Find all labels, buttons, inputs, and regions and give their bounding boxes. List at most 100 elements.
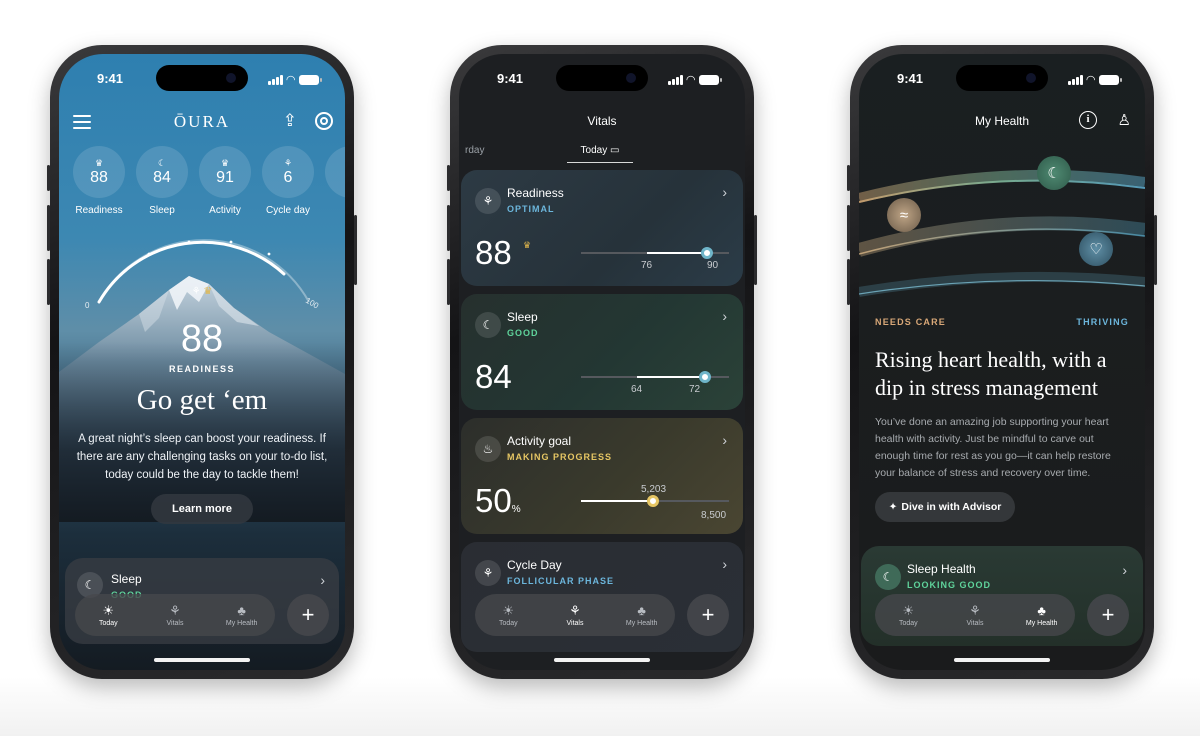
tab-vitals[interactable]: ⚘ Vitals (545, 603, 605, 627)
tab-yesterday[interactable]: rday (465, 145, 484, 156)
sleep-health-title: Sleep Health (907, 562, 976, 576)
sprout-icon: ⚘ (475, 188, 501, 214)
status-bar: 9:41 ◠ (59, 70, 345, 88)
tab-vitals[interactable]: ⚘ Vitals (145, 602, 205, 627)
page-title: My Health (974, 114, 1030, 128)
sleep-value: 84 (475, 358, 512, 395)
score-heart-partial[interactable]: He (325, 146, 345, 216)
readiness-score: 88 (180, 318, 224, 360)
activity-progress-slider (581, 495, 729, 507)
status-time: 9:41 (497, 71, 524, 86)
readiness-headline: Go get ‘em (136, 384, 268, 416)
gauge-min-label: 0 (85, 301, 90, 310)
readiness-value: 88 (475, 234, 512, 271)
wifi-icon: ◠ (286, 74, 295, 86)
home-indicator (554, 658, 650, 662)
sprout-icon: ⚘ (283, 157, 293, 168)
health-headline: Rising heart health, with a dip in stres… (875, 347, 1107, 400)
sleep-range-slider (581, 371, 729, 383)
readiness-description: A great night’s sleep can boost your rea… (76, 433, 328, 481)
tree-icon: ♣ (1037, 602, 1046, 618)
cellular-signal-icon (267, 74, 283, 85)
add-button[interactable]: + (687, 594, 729, 636)
flame-icon: ♨ (475, 436, 501, 462)
add-button[interactable]: + (287, 594, 329, 636)
health-arcs-visual (859, 169, 1145, 297)
tab-bar: ☀ Today ⚘ Vitals ♣ My Health (875, 594, 1075, 636)
crown-icon: ♛ (523, 240, 532, 250)
sun-icon: ☀ (902, 602, 915, 618)
score-sleep[interactable]: ☾ 84 Sleep (136, 146, 188, 216)
learn-more-button[interactable]: Learn more (151, 494, 253, 524)
day-selector: rday Today ▭ (459, 142, 745, 164)
chevron-right-icon: › (722, 556, 727, 572)
tab-my-health[interactable]: ♣ My Health (612, 602, 672, 627)
phone-my-health: 9:41 ◠ My Health i ♙ ☾ ≈ ♡ NEEDS CARE TH… (847, 45, 1157, 679)
tab-my-health[interactable]: ♣ My Health (212, 602, 272, 627)
readiness-card[interactable]: ⚘ Readiness OPTIMAL › 88 ♛ 76 90 (461, 170, 743, 286)
tab-bar: ☀ Today ⚘ Vitals ♣ My Health (75, 594, 275, 636)
status-time: 9:41 (97, 71, 124, 86)
status-bar: 9:41 ◠ (459, 70, 745, 88)
stress-waves-icon[interactable]: ≈ (887, 198, 921, 232)
share-icon[interactable]: ⇪ (283, 111, 297, 131)
chevron-right-icon: › (320, 572, 325, 588)
status-bar: 9:41 ◠ (859, 70, 1145, 88)
needs-care-label: NEEDS CARE (875, 317, 947, 327)
chevron-right-icon: › (722, 432, 727, 448)
thriving-label: THRIVING (1076, 317, 1129, 327)
chevron-right-icon: › (722, 308, 727, 324)
tab-vitals[interactable]: ⚘ Vitals (945, 603, 1005, 627)
gauge-max-label: 100 (304, 296, 321, 311)
score-activity[interactable]: ♛ 91 Activity (199, 146, 251, 216)
score-cycle-day[interactable]: ⚘ 6 Cycle day (262, 146, 314, 216)
tab-today-date[interactable]: Today ▭ (567, 145, 633, 163)
readiness-label: READINESS (168, 364, 235, 374)
sun-icon: ☀ (102, 602, 115, 618)
readiness-range-slider (581, 247, 729, 259)
sleep-card[interactable]: ☾ Sleep GOOD › 84 64 72 (461, 294, 743, 410)
sparkle-icon: ✦ (888, 501, 898, 513)
readiness-gauge: 0 100 (85, 239, 321, 311)
tree-icon: ♣ (637, 602, 646, 618)
tab-today[interactable]: ☀ Today (78, 602, 138, 627)
wifi-icon: ◠ (1086, 74, 1095, 86)
sprout-icon: ⚘ (169, 602, 181, 618)
tab-my-health[interactable]: ♣ My Health (1012, 602, 1072, 627)
my-health-screen: 9:41 ◠ My Health i ♙ ☾ ≈ ♡ NEEDS CARE TH… (859, 54, 1145, 670)
page-title: Vitals (587, 114, 617, 128)
score-carousel[interactable]: ♛ 88 Readiness ☾ 84 Sleep ♛ 91 Activity ⚘ 6 … (73, 146, 345, 216)
moon-icon: ☾ (875, 564, 901, 590)
cellular-signal-icon (667, 74, 683, 85)
tree-icon: ♣ (237, 602, 246, 618)
heart-health-icon[interactable]: ♡ (1079, 232, 1113, 266)
status-time: 9:41 (897, 71, 924, 86)
readiness-contributor-icons: ⚘ ♛ (191, 286, 213, 297)
tab-bar: ☀ Today ⚘ Vitals ♣ My Health (475, 594, 675, 636)
vitals-screen: 9:41 ◠ Vitals rday Today ▭ ⚘ Readiness O… (459, 54, 745, 670)
sun-icon: ☀ (502, 602, 515, 618)
moon-icon: ☾ (475, 312, 501, 338)
activity-value: 50% (475, 482, 521, 519)
sleep-health-status: LOOKING GOOD (907, 580, 991, 590)
ring-icon[interactable] (315, 112, 333, 130)
moon-icon[interactable]: ☾ (1037, 156, 1071, 190)
dive-in-advisor-button[interactable]: ✦ Dive in with Advisor (875, 492, 1015, 522)
crown-icon: ♛ (94, 157, 104, 168)
phone-vitals: 9:41 ◠ Vitals rday Today ▭ ⚘ Readiness O… (447, 45, 757, 679)
battery-icon (699, 74, 722, 85)
battery-icon (1099, 74, 1122, 85)
activity-goal-card[interactable]: ♨ Activity goal MAKING PROGRESS › 50% 5,… (461, 418, 743, 534)
profile-icon[interactable]: ♙ (1118, 111, 1131, 129)
oura-logo: ŌURA (173, 112, 231, 131)
home-indicator (154, 658, 250, 662)
today-screen: 9:41 ◠ ŌURA ⇪ ♛ 88 Readiness ☾ 84 Sleep … (59, 54, 345, 670)
tab-today[interactable]: ☀ Today (878, 602, 938, 627)
add-button[interactable]: + (1087, 594, 1129, 636)
info-icon[interactable]: i (1079, 111, 1097, 129)
tab-today[interactable]: ☀ Today (478, 602, 538, 627)
home-indicator (954, 658, 1050, 662)
chevron-right-icon: › (1122, 562, 1127, 578)
score-readiness[interactable]: ♛ 88 Readiness (73, 146, 125, 216)
sprout-icon: ⚘ (475, 560, 501, 586)
